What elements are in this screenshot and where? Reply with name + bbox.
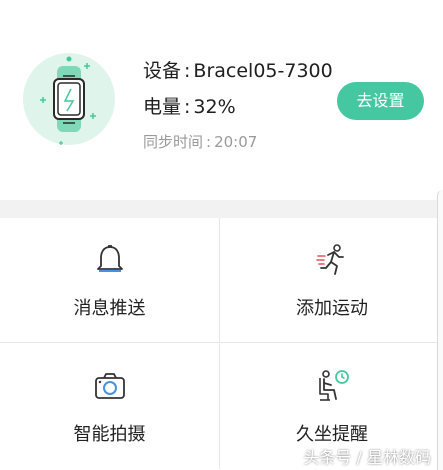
device-card: 设备: Bracel05-7300 电量:32% 同步时间:20:07 去设置: [0, 0, 443, 200]
feature-grid: 消息推送 添加运动 智能拍摄 久坐提醒: [0, 218, 443, 470]
battery-value: 32%: [193, 96, 236, 118]
battery-line: 电量:32%: [143, 92, 236, 119]
running-person-icon: [316, 244, 344, 275]
device-name-value: Bracel05-7300: [193, 60, 333, 82]
battery-label: 电量: [143, 96, 182, 118]
sync-time-label: 同步时间: [143, 133, 204, 151]
bell-icon: [96, 245, 123, 272]
tile-message-push-label: 消息推送: [73, 298, 146, 319]
device-name-separator: :: [184, 60, 191, 82]
tile-sedentary-reminder-label: 久坐提醒: [296, 424, 368, 445]
tile-add-exercise-label: 添加运动: [296, 298, 368, 319]
device-name-line: 设备: Bracel05-7300: [143, 56, 333, 83]
sync-time-separator: :: [206, 133, 212, 151]
side-panel-edge: [437, 190, 443, 470]
tile-smart-shoot[interactable]: 智能拍摄: [0, 344, 220, 469]
camera-icon: [94, 373, 125, 399]
go-settings-button[interactable]: 去设置: [337, 82, 424, 120]
battery-separator: :: [184, 96, 191, 118]
tile-add-exercise[interactable]: 添加运动: [221, 218, 443, 343]
sitting-clock-icon: [319, 370, 349, 401]
tile-smart-shoot-label: 智能拍摄: [73, 424, 146, 445]
fitness-band-icon: [23, 53, 115, 145]
device-name-label: 设备: [143, 60, 182, 82]
sync-time-line: 同步时间:20:07: [143, 131, 257, 152]
tile-message-push[interactable]: 消息推送: [0, 218, 220, 343]
watermark-text: 头条号 / 星林数码: [303, 448, 431, 467]
section-divider: [0, 200, 443, 218]
sync-time-value: 20:07: [214, 133, 258, 151]
